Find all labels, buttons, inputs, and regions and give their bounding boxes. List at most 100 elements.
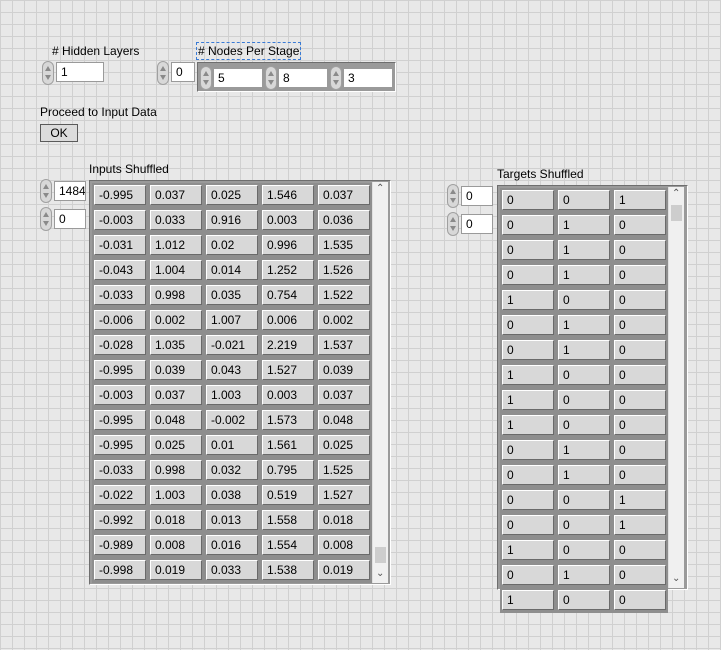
array-cell[interactable]: 0.032 bbox=[206, 460, 258, 480]
array-cell[interactable]: 0.048 bbox=[150, 410, 202, 430]
array-cell[interactable]: 0 bbox=[558, 540, 610, 560]
array-cell[interactable]: -0.995 bbox=[94, 360, 146, 380]
array-cell[interactable]: 0 bbox=[502, 515, 554, 535]
array-cell[interactable]: 0 bbox=[614, 265, 666, 285]
array-cell[interactable]: 0.01 bbox=[206, 435, 258, 455]
array-cell[interactable]: -0.022 bbox=[94, 485, 146, 505]
array-cell[interactable]: 1 bbox=[558, 240, 610, 260]
array-cell[interactable]: 0 bbox=[614, 415, 666, 435]
array-cell[interactable]: -0.028 bbox=[94, 335, 146, 355]
array-cell[interactable]: 0 bbox=[614, 390, 666, 410]
array-cell[interactable]: 0.795 bbox=[262, 460, 314, 480]
array-cell[interactable]: 0.037 bbox=[318, 385, 370, 405]
scroll-thumb[interactable] bbox=[671, 205, 682, 221]
array-cell[interactable]: 0.019 bbox=[150, 560, 202, 580]
array-cell[interactable]: -0.998 bbox=[94, 560, 146, 580]
array-cell[interactable]: 1 bbox=[502, 290, 554, 310]
hidden-layers-increment-decrement-icon[interactable] bbox=[42, 61, 54, 85]
array-cell[interactable]: 1.526 bbox=[318, 260, 370, 280]
array-cell[interactable]: 0.754 bbox=[262, 285, 314, 305]
array-cell[interactable]: 0 bbox=[502, 490, 554, 510]
array-cell[interactable]: -0.031 bbox=[94, 235, 146, 255]
array-cell[interactable]: 0 bbox=[614, 540, 666, 560]
array-cell[interactable]: 1 bbox=[558, 315, 610, 335]
array-cell[interactable]: 1.004 bbox=[150, 260, 202, 280]
targets-col-index-spinner-icon[interactable] bbox=[447, 212, 459, 236]
array-cell[interactable]: 1 bbox=[558, 340, 610, 360]
array-cell[interactable]: 1.554 bbox=[262, 535, 314, 555]
array-cell[interactable]: 0.003 bbox=[262, 385, 314, 405]
array-cell[interactable]: 1.546 bbox=[262, 185, 314, 205]
scroll-up-icon[interactable]: ⌃ bbox=[376, 184, 384, 194]
targets-row-index-spinner-icon[interactable] bbox=[447, 184, 459, 208]
array-cell[interactable]: 1.012 bbox=[150, 235, 202, 255]
array-cell[interactable]: 0.025 bbox=[206, 185, 258, 205]
array-cell[interactable]: 1.538 bbox=[262, 560, 314, 580]
array-cell[interactable]: 1.003 bbox=[206, 385, 258, 405]
ok-button[interactable]: OK bbox=[40, 124, 78, 142]
inputs-row-index-spinner-icon[interactable] bbox=[40, 179, 52, 203]
targets-col-index-input[interactable]: 0 bbox=[461, 214, 493, 234]
array-cell[interactable]: 0.048 bbox=[318, 410, 370, 430]
array-cell[interactable]: 0 bbox=[558, 190, 610, 210]
array-cell[interactable]: 0.038 bbox=[206, 485, 258, 505]
array-cell[interactable]: 0.025 bbox=[150, 435, 202, 455]
array-cell[interactable]: 1 bbox=[502, 390, 554, 410]
array-cell[interactable]: -0.043 bbox=[94, 260, 146, 280]
inputs-col-index-spinner-icon[interactable] bbox=[40, 207, 52, 231]
scroll-thumb[interactable] bbox=[375, 547, 386, 563]
array-cell[interactable]: 1 bbox=[614, 190, 666, 210]
array-cell[interactable]: 2.219 bbox=[262, 335, 314, 355]
array-cell[interactable]: -0.006 bbox=[94, 310, 146, 330]
array-cell[interactable]: 0 bbox=[502, 565, 554, 585]
array-cell[interactable]: 0 bbox=[558, 390, 610, 410]
array-cell[interactable]: 0 bbox=[558, 415, 610, 435]
array-cell[interactable]: 0 bbox=[558, 590, 610, 610]
array-cell[interactable]: 0.018 bbox=[318, 510, 370, 530]
array-cell[interactable]: 1.573 bbox=[262, 410, 314, 430]
inputs-row-index-input[interactable]: 1484 bbox=[54, 181, 86, 201]
nodes-element-1-spinner-icon[interactable] bbox=[200, 66, 212, 90]
array-cell[interactable]: 0 bbox=[558, 515, 610, 535]
array-cell[interactable]: 1 bbox=[558, 440, 610, 460]
array-cell[interactable]: 0.916 bbox=[206, 210, 258, 230]
array-cell[interactable]: 1 bbox=[502, 415, 554, 435]
scroll-down-icon[interactable]: ⌄ bbox=[672, 574, 680, 584]
array-cell[interactable]: 0 bbox=[558, 290, 610, 310]
array-cell[interactable]: 1.252 bbox=[262, 260, 314, 280]
array-cell[interactable]: -0.021 bbox=[206, 335, 258, 355]
array-cell[interactable]: 1 bbox=[558, 465, 610, 485]
array-cell[interactable]: 0 bbox=[614, 440, 666, 460]
array-cell[interactable]: 0.039 bbox=[318, 360, 370, 380]
array-cell[interactable]: -0.989 bbox=[94, 535, 146, 555]
nodes-index-input[interactable]: 0 bbox=[171, 62, 195, 82]
array-cell[interactable]: 0 bbox=[558, 365, 610, 385]
array-cell[interactable]: 0 bbox=[614, 215, 666, 235]
array-cell[interactable]: -0.992 bbox=[94, 510, 146, 530]
array-cell[interactable]: 0.002 bbox=[150, 310, 202, 330]
array-cell[interactable]: 1 bbox=[502, 365, 554, 385]
array-cell[interactable]: 0 bbox=[614, 240, 666, 260]
array-cell[interactable]: 0.998 bbox=[150, 460, 202, 480]
array-cell[interactable]: -0.002 bbox=[206, 410, 258, 430]
scroll-up-icon[interactable]: ⌃ bbox=[672, 189, 680, 199]
array-cell[interactable]: 0.043 bbox=[206, 360, 258, 380]
array-cell[interactable]: -0.995 bbox=[94, 185, 146, 205]
array-cell[interactable]: 1.558 bbox=[262, 510, 314, 530]
array-cell[interactable]: 1.527 bbox=[318, 485, 370, 505]
nodes-element-2-input[interactable]: 8 bbox=[278, 68, 328, 88]
array-cell[interactable]: -0.995 bbox=[94, 410, 146, 430]
array-cell[interactable]: 0.033 bbox=[206, 560, 258, 580]
nodes-element-1-input[interactable]: 5 bbox=[213, 68, 263, 88]
array-cell[interactable]: 0 bbox=[614, 290, 666, 310]
array-cell[interactable]: 0 bbox=[502, 215, 554, 235]
array-cell[interactable]: -0.033 bbox=[94, 460, 146, 480]
array-cell[interactable]: 0.037 bbox=[150, 385, 202, 405]
array-cell[interactable]: 0.018 bbox=[150, 510, 202, 530]
array-cell[interactable]: 0.013 bbox=[206, 510, 258, 530]
array-cell[interactable]: 0 bbox=[502, 265, 554, 285]
array-cell[interactable]: 0 bbox=[614, 465, 666, 485]
array-cell[interactable]: 0.003 bbox=[262, 210, 314, 230]
array-cell[interactable]: 1 bbox=[502, 590, 554, 610]
scroll-down-icon[interactable]: ⌄ bbox=[376, 569, 384, 579]
